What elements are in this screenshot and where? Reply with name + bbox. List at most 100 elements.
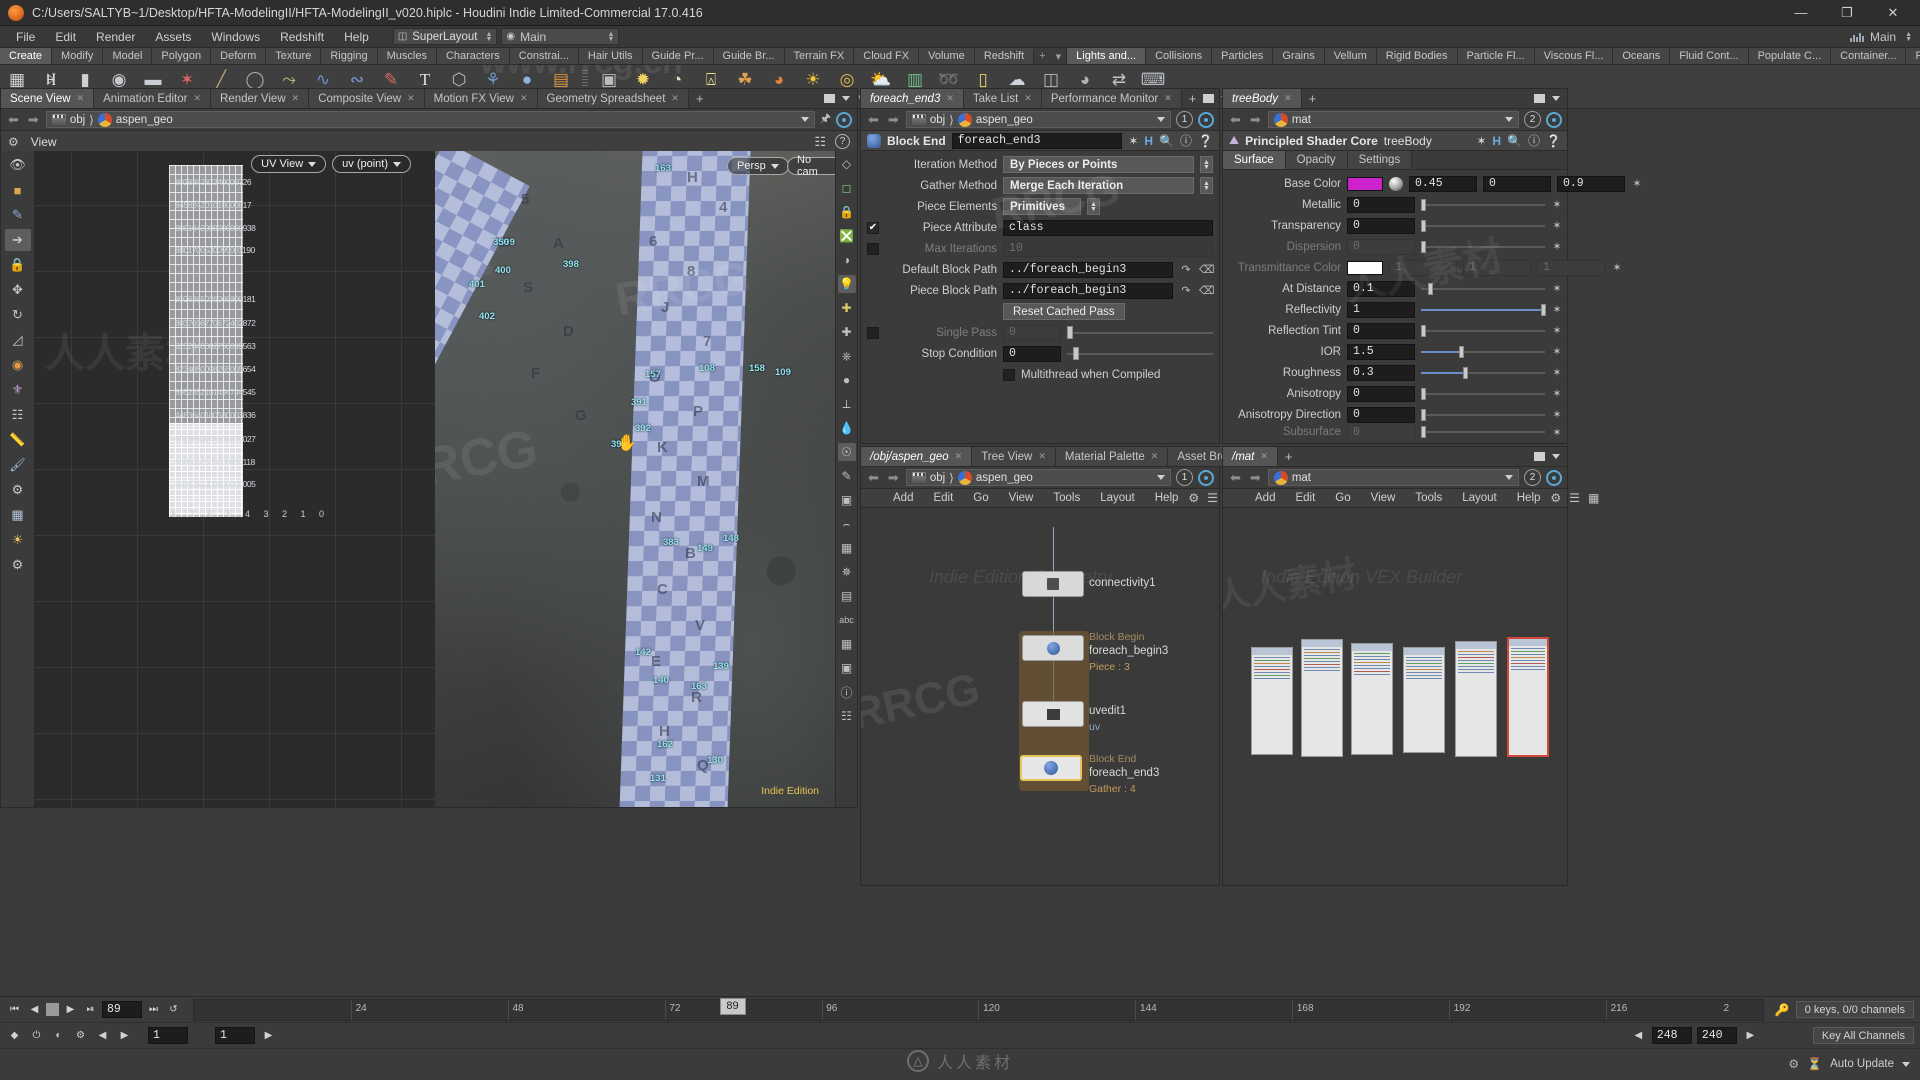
range-start-field[interactable]: 1 <box>148 1027 188 1044</box>
persp-dropdown[interactable]: Persp <box>727 157 789 175</box>
point-marker-icon[interactable]: ● <box>838 371 856 389</box>
back-arrow-icon[interactable]: ⬅ <box>1228 470 1243 486</box>
network-menu-go[interactable]: Go <box>963 489 998 508</box>
skip-to-start-button[interactable]: ⏮ <box>6 1001 23 1018</box>
pane-menu-chevron-icon[interactable] <box>1552 454 1560 459</box>
pane-link-badge[interactable]: 1 <box>1176 469 1193 486</box>
breadcrumb-chevron-down-icon[interactable] <box>1505 475 1513 480</box>
anisotropy-direction-value[interactable]: 0 <box>1347 406 1415 423</box>
menu-edit[interactable]: Edit <box>45 28 86 46</box>
gear-icon[interactable]: ✶ <box>1631 177 1643 190</box>
target-icon[interactable] <box>1546 469 1562 486</box>
breadcrumb-aspen-geo[interactable]: aspen_geo <box>957 112 1033 127</box>
uv-view-dropdown[interactable]: UV View <box>251 155 327 173</box>
breadcrumb-aspen-geo[interactable]: aspen_geo <box>97 112 173 127</box>
shelf-tab-polygon[interactable]: Polygon <box>152 48 212 64</box>
add-tab-button[interactable]: + <box>1302 89 1324 108</box>
auto-update-label[interactable]: Auto Update <box>1830 1058 1894 1070</box>
node-foreach-end3[interactable] <box>1020 755 1082 781</box>
scope-icon[interactable]: ◐ <box>50 1027 67 1044</box>
perspective-viewport[interactable]: H 4 6 8 J 7 O P K M N B C V E R H Q 5 A … <box>435 151 857 807</box>
close-icon[interactable]: ✕ <box>1024 93 1032 104</box>
gear-icon[interactable]: ✶ <box>1551 366 1563 379</box>
tab-scene-view[interactable]: Scene View ✕ <box>1 89 95 108</box>
update-mode-icon[interactable]: ⚙ <box>1788 1057 1799 1071</box>
anisotropy-value[interactable]: 0 <box>1347 385 1415 402</box>
vex-node[interactable] <box>1455 641 1497 757</box>
network-menu-tools[interactable]: Tools <box>1043 489 1090 508</box>
menu-file[interactable]: File <box>6 28 45 46</box>
vex-menu-view[interactable]: View <box>1361 489 1406 508</box>
node-uvedit1[interactable] <box>1022 701 1084 727</box>
bbox-icon[interactable]: ⌢ <box>838 515 856 533</box>
step-back-button[interactable]: ◀ <box>26 1001 43 1018</box>
default-block-path-field[interactable]: ../foreach_begin3 <box>1003 261 1173 278</box>
back-arrow-icon[interactable]: ⬅ <box>866 470 881 486</box>
at-distance-value[interactable]: 0.1 <box>1347 280 1415 297</box>
help-icon[interactable]: ❔ <box>1546 134 1561 148</box>
relative-path-icon[interactable]: ↷ <box>1179 263 1193 276</box>
vex-node[interactable] <box>1301 639 1343 757</box>
network-canvas[interactable]: Indie Edition Geometry connectivity1 Blo… <box>861 527 1219 885</box>
node-connectivity1[interactable] <box>1022 571 1084 597</box>
stop-condition-value[interactable]: 0 <box>1003 345 1061 362</box>
text-icon[interactable]: ▤ <box>838 587 856 605</box>
network-tools-icon[interactable]: ⚙ <box>1188 491 1199 505</box>
gear-icon[interactable]: ✶ <box>1551 240 1563 253</box>
breadcrumb[interactable]: mat <box>1267 469 1519 486</box>
multithread-checkbox[interactable] <box>1003 368 1015 381</box>
shelf-tab-pyro-fx[interactable]: Pyro FX <box>1906 48 1920 64</box>
range-end2-field[interactable]: 240 <box>1696 1027 1737 1044</box>
dispersion-slider[interactable] <box>1421 240 1545 254</box>
target-icon[interactable] <box>1546 111 1562 128</box>
vex-list-icon[interactable]: ☰ <box>1569 491 1580 505</box>
step-forward-button[interactable]: ⏯ <box>82 1001 99 1018</box>
info-icon[interactable]: ⓘ <box>1180 132 1192 149</box>
select-tool-icon[interactable]: ➔ <box>4 229 31 251</box>
shelf-tab-cloud-fx[interactable]: Cloud FX <box>854 48 920 64</box>
piece-block-path-field[interactable]: ../foreach_begin3 <box>1003 282 1173 299</box>
point-display-icon[interactable]: ✚ <box>838 323 856 341</box>
base-color-r[interactable]: 0.45 <box>1409 175 1477 192</box>
range-end-field[interactable]: 248 <box>1651 1027 1692 1044</box>
context-spinner-icon[interactable]: ▲ ▼ <box>607 31 614 43</box>
view-menu-icon[interactable]: ⚙ <box>8 135 19 149</box>
reflection-tint-slider[interactable] <box>1421 324 1545 338</box>
context-selector[interactable]: ◉ Main ▲ ▼ <box>501 28 620 45</box>
close-icon[interactable]: ✕ <box>671 93 679 104</box>
measure-tool-icon[interactable]: 📏 <box>5 429 31 451</box>
display-options-icon[interactable]: ☷ <box>814 134 826 150</box>
range-end-prev-icon[interactable]: ◀ <box>1630 1027 1647 1044</box>
maximize-pane-icon[interactable] <box>1203 94 1215 103</box>
play-button[interactable]: ▶ <box>62 1001 79 1018</box>
back-arrow-icon[interactable]: ⬅ <box>6 112 21 128</box>
breadcrumb-obj[interactable]: obj <box>51 114 85 126</box>
sub-tab-opacity[interactable]: Opacity <box>1285 151 1348 169</box>
skip-to-end-button[interactable]: ⏭ <box>145 1001 162 1018</box>
vex-menu-help[interactable]: Help <box>1507 489 1551 508</box>
pose-tool-icon[interactable]: ⚜ <box>5 379 31 401</box>
vex-menu-edit[interactable]: Edit <box>1285 489 1325 508</box>
loop-button[interactable]: ↺ <box>165 1001 182 1018</box>
maximize-pane-icon[interactable] <box>1534 94 1545 103</box>
breadcrumb[interactable]: obj ⟩ aspen_geo <box>905 469 1171 486</box>
breadcrumb-mat[interactable]: mat <box>1273 470 1311 485</box>
gear-icon[interactable]: ✶ <box>1551 426 1563 439</box>
viewport-canvas[interactable]: 802836282340000726 845824201010000817 80… <box>35 151 857 807</box>
shelf-tab-model[interactable]: Model <box>103 48 153 64</box>
tab-performance-monitor[interactable]: Performance Monitor ✕ <box>1041 89 1182 108</box>
breadcrumb[interactable]: mat <box>1267 111 1519 128</box>
shelf-tab-containers[interactable]: Container... <box>1831 48 1907 64</box>
single-pass-slider[interactable] <box>1067 326 1213 340</box>
shelf-tab-grains[interactable]: Grains <box>1273 48 1325 64</box>
sub-tab-surface[interactable]: Surface <box>1223 151 1286 169</box>
shelf-tab-populate-containers[interactable]: Populate C... <box>1748 48 1832 64</box>
close-icon[interactable]: ✕ <box>292 93 300 104</box>
network-menu-edit[interactable]: Edit <box>923 489 963 508</box>
pane-menu-chevron-icon[interactable] <box>1552 96 1560 101</box>
gear-icon[interactable]: ✶ <box>1551 282 1563 295</box>
range-next-icon[interactable]: ▶ <box>116 1027 133 1044</box>
range-end-next-icon[interactable]: ▶ <box>1742 1027 1759 1044</box>
close-icon[interactable]: ✕ <box>1284 93 1292 104</box>
pane-link-badge[interactable]: 2 <box>1524 469 1541 486</box>
